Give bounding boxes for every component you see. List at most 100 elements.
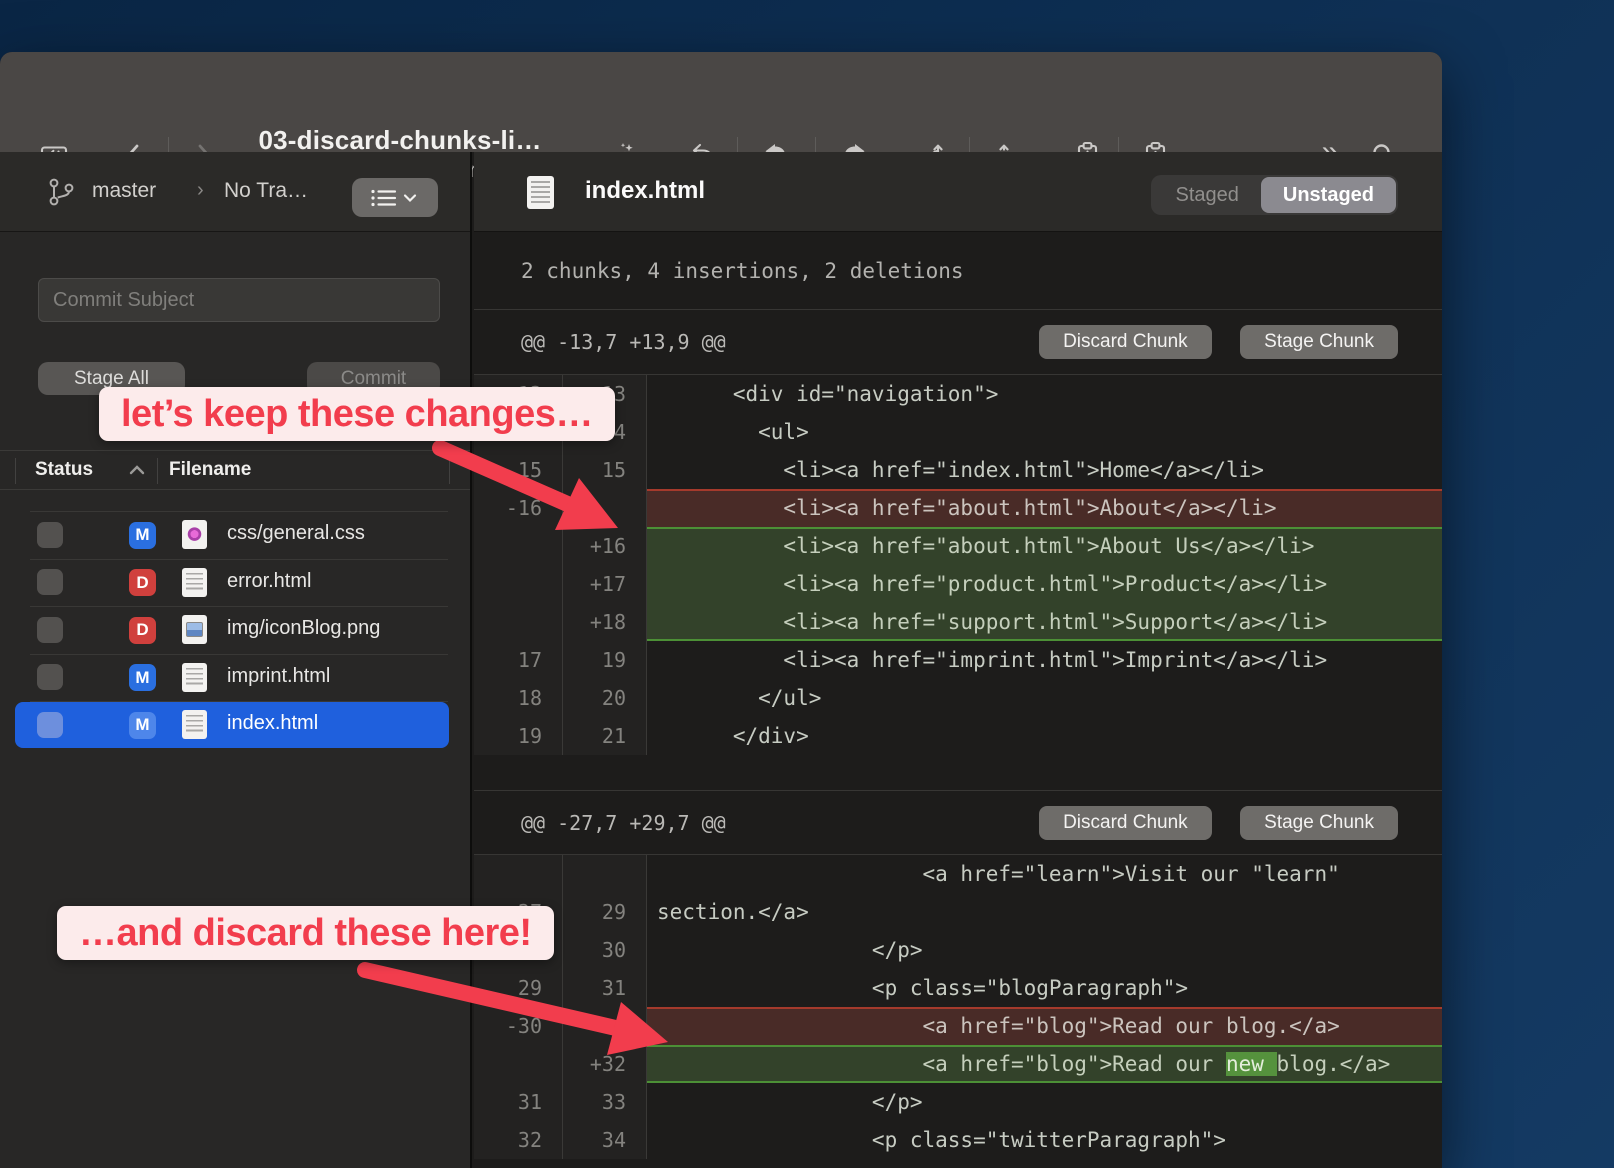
file-name: imprint.html: [227, 665, 330, 688]
diff-line-code: <a href="blog">Read our blog.</a>: [647, 1007, 1442, 1045]
discard-chunk-button[interactable]: Discard Chunk: [1039, 806, 1212, 840]
file-row[interactable]: D img/iconBlog.png: [0, 606, 470, 654]
status-badge: D: [129, 569, 156, 596]
old-line-number: -30: [474, 1007, 563, 1045]
diff-line: <a href="learn">Visit our "learn": [474, 855, 1442, 893]
diff-line: 13 13 <div id="navigation">: [474, 375, 1442, 413]
chunk-list: @@ -13,7 +13,9 @@ Discard Chunk Stage Ch…: [474, 310, 1442, 1159]
old-line-number: 15: [474, 451, 563, 489]
new-line-number: [563, 489, 647, 527]
diff-chunk: @@ -13,7 +13,9 @@ Discard Chunk Stage Ch…: [474, 310, 1442, 755]
new-line-number: [563, 855, 647, 893]
commit-subject-input[interactable]: [38, 278, 440, 322]
diff-line-code: <li><a href="imprint.html">Imprint</a></…: [647, 641, 1442, 679]
column-status[interactable]: Status: [35, 459, 93, 481]
staged-tab[interactable]: Staged: [1153, 177, 1260, 213]
old-line-number: [474, 565, 563, 603]
status-badge: M: [129, 712, 156, 739]
keep-annotation: let’s keep these changes…: [99, 387, 615, 441]
file-checkbox[interactable]: [37, 664, 63, 690]
diff-line-code: </ul>: [647, 679, 1442, 717]
diff-line-code: section.</a>: [647, 893, 1442, 931]
stage-chunk-button[interactable]: Stage Chunk: [1240, 325, 1398, 359]
file-name: img/iconBlog.png: [227, 617, 380, 640]
file-checkbox[interactable]: [37, 617, 63, 643]
file-name: index.html: [227, 712, 318, 735]
old-line-number: 32: [474, 1121, 563, 1159]
stage-chunk-button[interactable]: Stage Chunk: [1240, 806, 1398, 840]
breadcrumb-chevron-icon: ›: [197, 179, 204, 202]
diff-line-code: <li><a href="about.html">About</a></li>: [647, 489, 1442, 527]
file-checkbox[interactable]: [37, 569, 63, 595]
old-line-number: 18: [474, 679, 563, 717]
new-line-number: 21: [563, 717, 647, 755]
file-type-icon: [182, 663, 207, 692]
diff-line: -16 <li><a href="about.html">About</a></…: [474, 489, 1442, 527]
view-options-button[interactable]: [352, 178, 438, 217]
unstaged-tab[interactable]: Unstaged: [1261, 177, 1396, 213]
old-line-number: [474, 527, 563, 565]
diff-line-code: <p class="twitterParagraph">: [647, 1121, 1442, 1159]
file-name: css/general.css: [227, 522, 365, 545]
new-line-number: +32: [563, 1045, 647, 1083]
old-line-number: 29: [474, 969, 563, 1007]
file-checkbox[interactable]: [37, 522, 63, 548]
file-list-header: Status Filename: [0, 450, 470, 490]
new-line-number: 34: [563, 1121, 647, 1159]
diff-line: 32 34 <p class="twitterParagraph">: [474, 1121, 1442, 1159]
diff-line: +18 <li><a href="support.html">Support</…: [474, 603, 1442, 641]
old-line-number: [474, 855, 563, 893]
old-line-number: -16: [474, 489, 563, 527]
new-line-number: 15: [563, 451, 647, 489]
new-line-number: 29: [563, 893, 647, 931]
chunk-range: @@ -27,7 +29,7 @@: [474, 811, 1039, 835]
diff-line: +32 <a href="blog">Read our new blog.</a…: [474, 1045, 1442, 1083]
chunk-range: @@ -13,7 +13,9 @@: [474, 330, 1039, 354]
file-row[interactable]: D error.html: [0, 559, 470, 607]
file-type-icon: [182, 520, 207, 549]
old-line-number: [474, 1045, 563, 1083]
branch-icon: [44, 174, 80, 210]
file-name: error.html: [227, 570, 311, 593]
diff-line: 27 29 section.</a>: [474, 893, 1442, 931]
file-list: M css/general.css D error.html D img/ico…: [0, 511, 470, 749]
file-row[interactable]: M index.html: [0, 701, 470, 749]
diff-line: 18 20 </ul>: [474, 679, 1442, 717]
status-badge: D: [129, 617, 156, 644]
diff-line-code: <a href="blog">Read our new blog.</a>: [647, 1045, 1442, 1083]
file-checkbox[interactable]: [37, 712, 63, 738]
staged-unstaged-toggle: Staged Unstaged: [1151, 175, 1398, 215]
discard-chunk-button[interactable]: Discard Chunk: [1039, 325, 1212, 359]
diff-line: +17 <li><a href="product.html">Product</…: [474, 565, 1442, 603]
new-line-number: 33: [563, 1083, 647, 1121]
column-filename[interactable]: Filename: [169, 459, 251, 481]
new-line-number: +16: [563, 527, 647, 565]
diff-line: 29 31 <p class="blogParagraph">: [474, 969, 1442, 1007]
list-view-icon: [369, 187, 421, 209]
file-type-icon: [182, 568, 207, 597]
discard-annotation: …and discard these here!: [57, 906, 554, 960]
sort-ascending-icon[interactable]: [128, 463, 146, 482]
titlebar: 03-discard-chunks-li… Working Copy (mast…: [0, 52, 1442, 152]
old-line-number: 31: [474, 1083, 563, 1121]
diff-line: 15 15 <li><a href="index.html">Home</a><…: [474, 451, 1442, 489]
diff-chunk: @@ -27,7 +29,7 @@ Discard Chunk Stage Ch…: [474, 790, 1442, 1159]
desktop-background: 03-discard-chunks-li… Working Copy (mast…: [0, 0, 1614, 1168]
diff-line: -30 <a href="blog">Read our blog.</a>: [474, 1007, 1442, 1045]
diff-line-code: <p class="blogParagraph">: [647, 969, 1442, 1007]
tracking-branch[interactable]: No Tra…: [224, 179, 308, 203]
document-icon: [527, 176, 554, 209]
diff-line-code: <div id="navigation">: [647, 375, 1442, 413]
diff-panel: index.html Staged Unstaged 2 chunks, 4 i…: [474, 152, 1442, 1168]
branch-bar[interactable]: master › No Tra…: [0, 152, 470, 232]
file-row[interactable]: M imprint.html: [0, 654, 470, 702]
current-branch[interactable]: master: [92, 179, 156, 203]
app-window: 03-discard-chunks-li… Working Copy (mast…: [0, 52, 1442, 1168]
diff-file-name: index.html: [585, 177, 705, 205]
diff-line-code: <a href="learn">Visit our "learn": [647, 855, 1442, 893]
diff-line: 31 33 </p>: [474, 1083, 1442, 1121]
file-row[interactable]: M css/general.css: [0, 511, 470, 559]
new-line-number: +18: [563, 603, 647, 641]
status-badge: M: [129, 522, 156, 549]
chunk-lines: <a href="learn">Visit our "learn" 27 29 …: [474, 855, 1442, 1159]
